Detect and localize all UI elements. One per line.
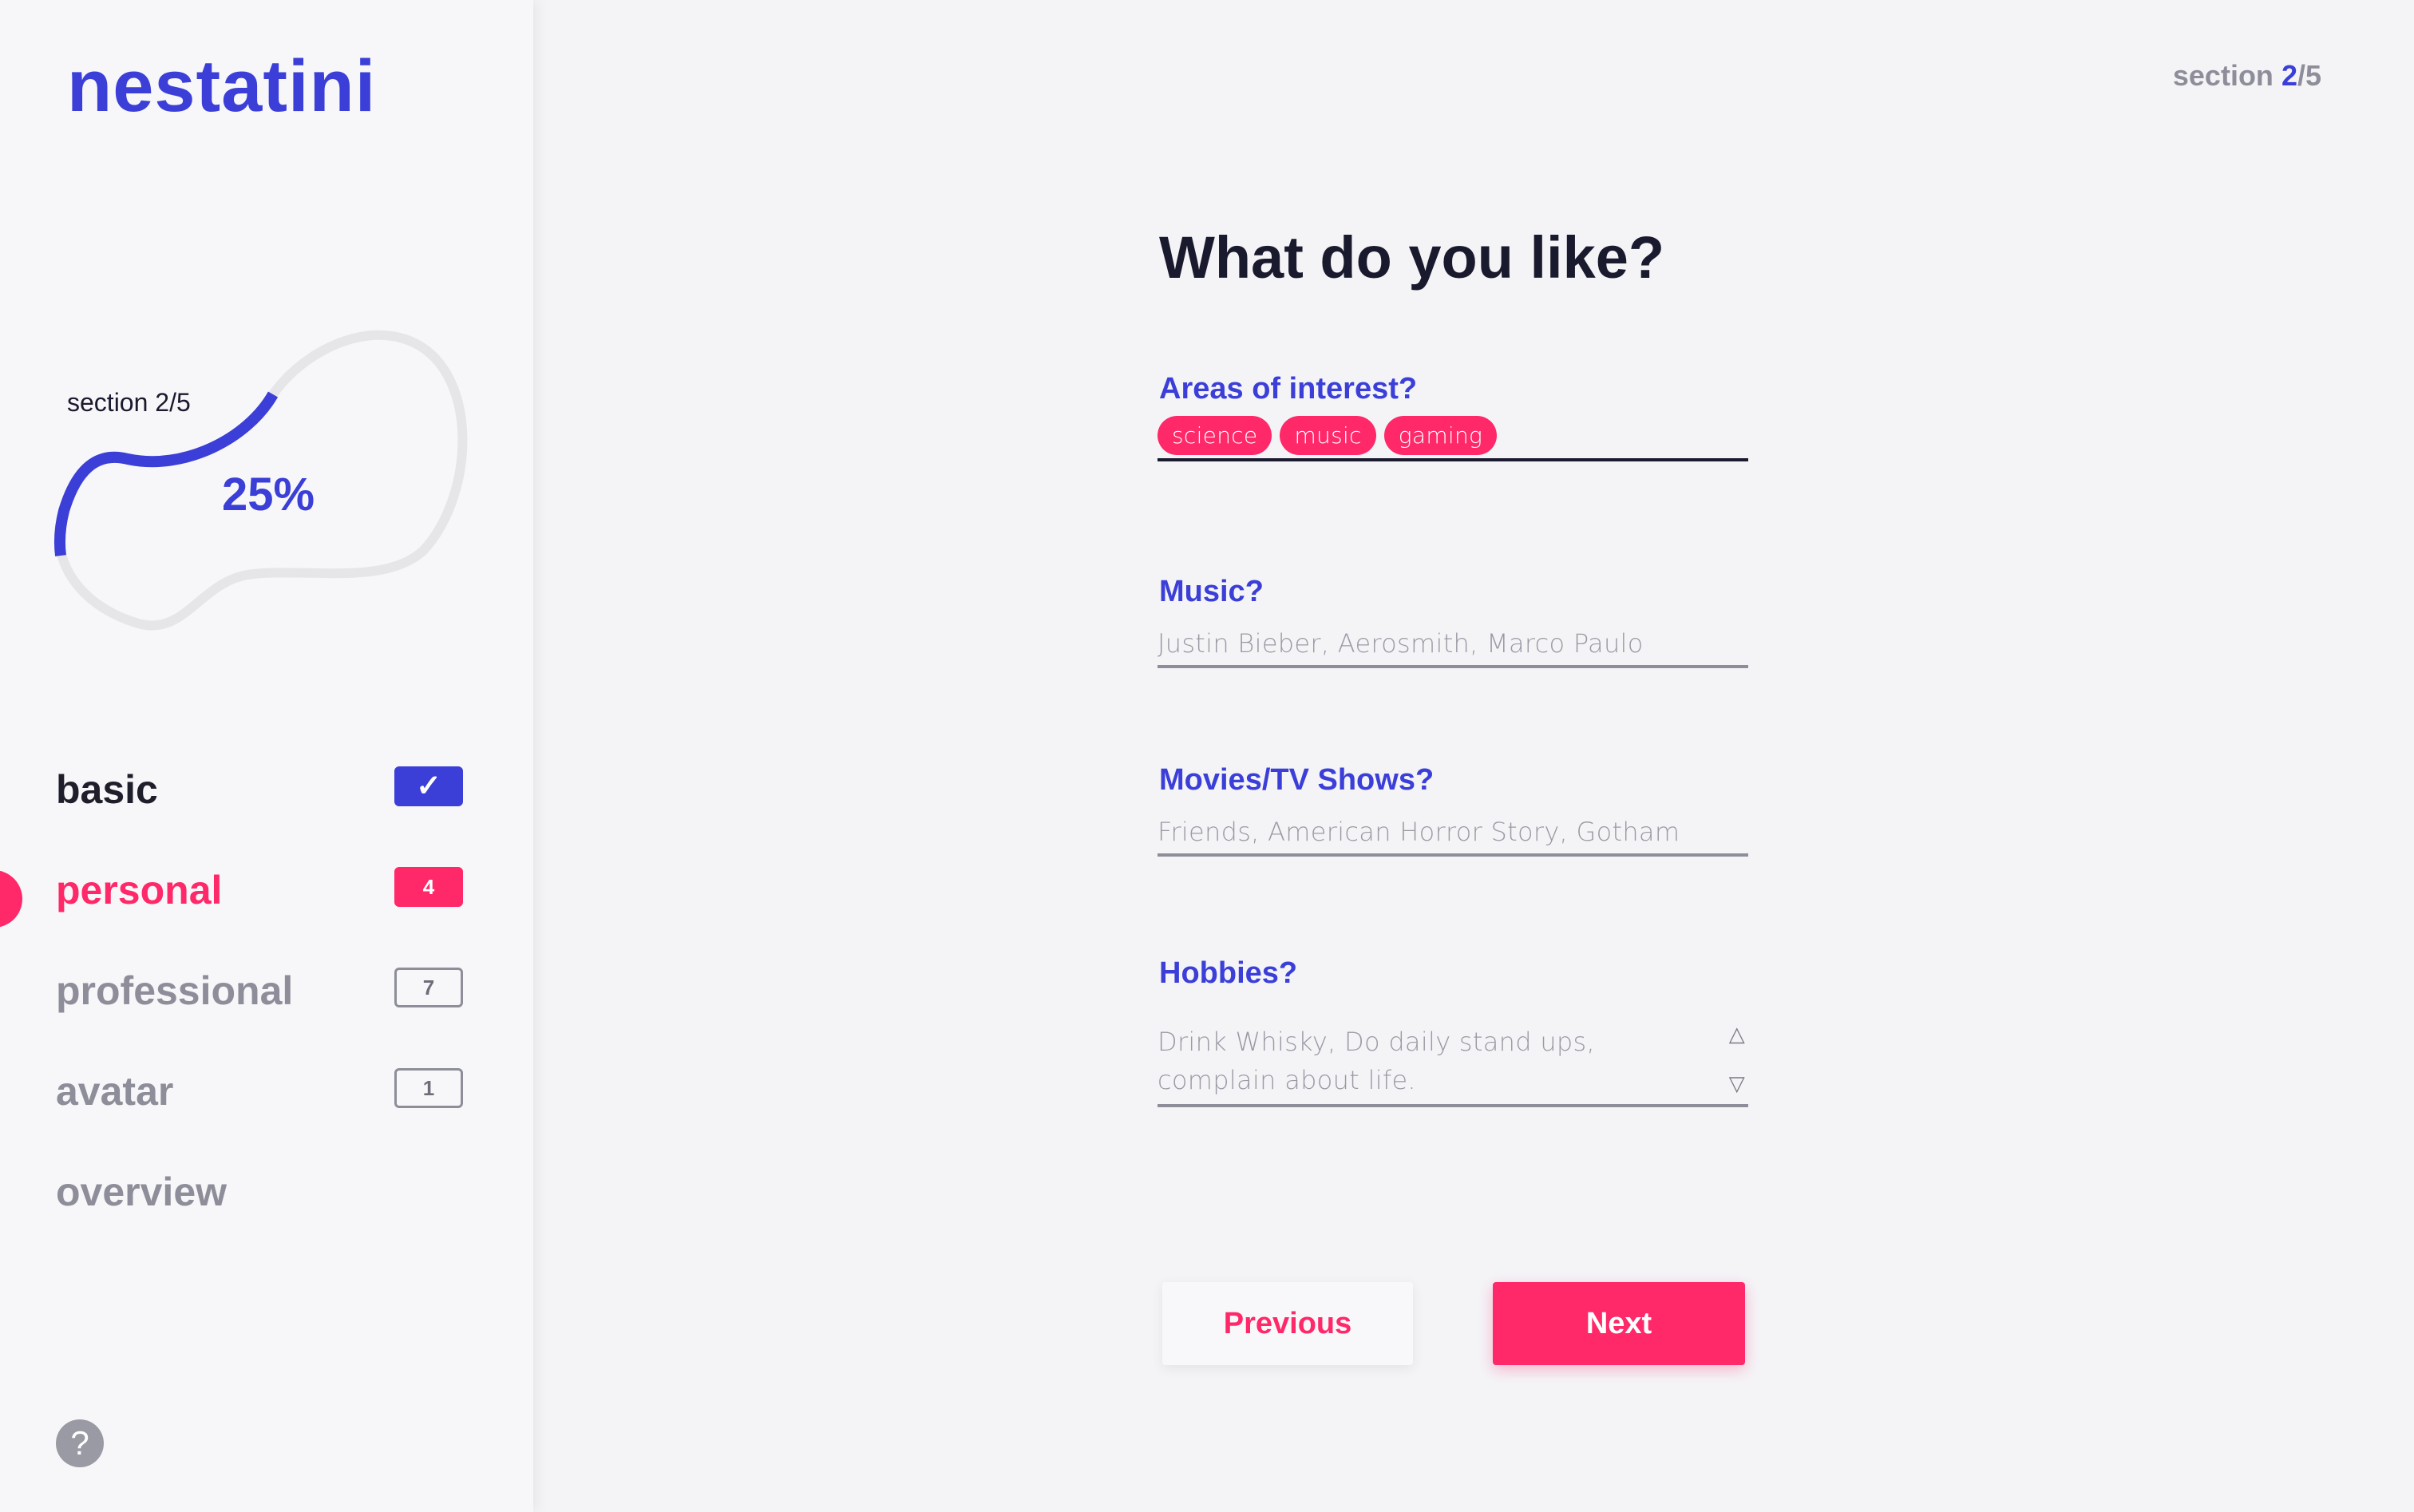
- section-prefix: section: [2172, 59, 2281, 92]
- interests-tag-input[interactable]: science music gaming: [1158, 416, 1748, 461]
- hobbies-textarea[interactable]: Drink Whisky, Do daily stand ups, compla…: [1158, 1023, 1748, 1107]
- count-badge: 7: [394, 968, 463, 1007]
- interests-form: What do you like? Areas of interest? sci…: [1158, 224, 1748, 1107]
- section-total: /5: [2297, 59, 2321, 92]
- sidebar: nestatini section 2/5 25% basic ✓ person…: [0, 0, 533, 1512]
- section-current: 2: [2281, 59, 2297, 92]
- tag-chip[interactable]: music: [1280, 416, 1376, 455]
- count-badge: 1: [394, 1068, 463, 1108]
- progress-widget: section 2/5 25%: [32, 311, 479, 647]
- page-title: What do you like?: [1159, 224, 1665, 291]
- logo: nestatini: [67, 46, 377, 127]
- active-indicator: [0, 870, 22, 928]
- nav-item-label: personal: [56, 868, 223, 912]
- app: nestatini section 2/5 25% basic ✓ person…: [0, 0, 2414, 1512]
- nav-item-professional[interactable]: professional 7: [0, 952, 533, 1052]
- nav-item-overview[interactable]: overview: [0, 1153, 533, 1253]
- movies-label: Movies/TV Shows?: [1159, 763, 1435, 797]
- tag-chip[interactable]: science: [1158, 416, 1272, 455]
- nav-item-label: basic: [56, 767, 158, 812]
- progress-percent: 25%: [222, 469, 315, 520]
- progress-section-label: section 2/5: [67, 388, 191, 417]
- previous-button[interactable]: Previous: [1162, 1282, 1413, 1365]
- hobbies-text: Drink Whisky, Do daily stand ups, compla…: [1158, 1027, 1595, 1095]
- music-label: Music?: [1159, 575, 1264, 608]
- nav-item-label: avatar: [56, 1069, 174, 1114]
- nav-item-avatar[interactable]: avatar 1: [0, 1052, 533, 1153]
- nav-item-personal[interactable]: personal 4: [0, 851, 533, 952]
- music-input[interactable]: Justin Bieber, Aerosmith, Marco Paulo: [1158, 628, 1748, 668]
- section-nav: basic ✓ personal 4 professional 7 avatar…: [0, 750, 533, 1253]
- check-icon: ✓: [394, 766, 463, 806]
- nav-item-label: overview: [56, 1170, 228, 1214]
- next-button[interactable]: Next: [1493, 1282, 1745, 1365]
- tag-list: science music gaming: [1158, 416, 1748, 455]
- music-field: Music? Justin Bieber, Aerosmith, Marco P…: [1158, 575, 1748, 668]
- hobbies-field: Hobbies? Drink Whisky, Do daily stand up…: [1158, 956, 1748, 1107]
- section-indicator: section 2/5: [2173, 59, 2321, 93]
- count-badge: 4: [394, 867, 463, 907]
- interests-label: Areas of interest?: [1159, 372, 1418, 406]
- movies-field: Movies/TV Shows? Friends, American Horro…: [1158, 763, 1748, 857]
- hobbies-label: Hobbies?: [1159, 956, 1298, 990]
- question-icon[interactable]: ?: [56, 1419, 104, 1467]
- tag-chip[interactable]: gaming: [1383, 416, 1498, 455]
- movies-input[interactable]: Friends, American Horror Story, Gotham: [1158, 817, 1748, 857]
- interests-field: Areas of interest? science music gaming: [1158, 372, 1748, 461]
- nav-item-label: professional: [56, 968, 294, 1013]
- scroll-up-icon[interactable]: △: [1729, 1023, 1745, 1047]
- scroll-down-icon[interactable]: ▽: [1729, 1072, 1745, 1096]
- nav-item-basic[interactable]: basic ✓: [0, 750, 533, 851]
